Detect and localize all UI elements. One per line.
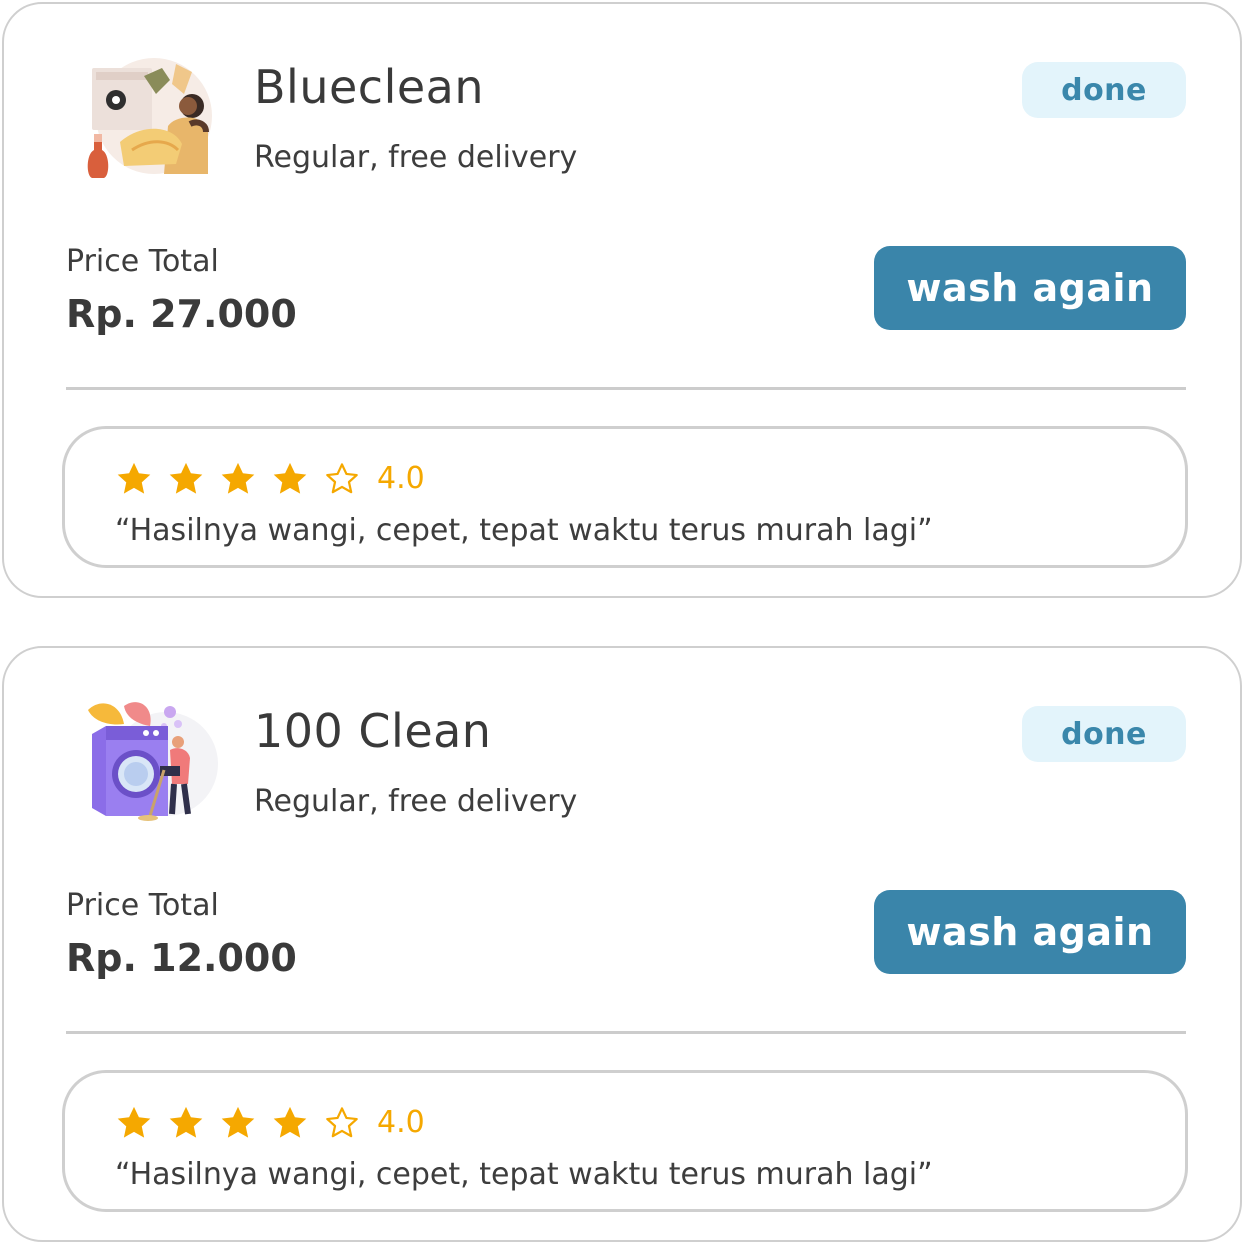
star-filled-icon [273,1106,307,1138]
order-card: Blueclean Regular, free delivery done Pr… [2,2,1242,598]
wash-again-button[interactable]: wash again [874,890,1186,974]
divider [66,1031,1186,1034]
star-filled-icon [117,1106,151,1138]
service-description: Regular, free delivery [254,140,578,175]
price-label: Price Total [66,888,219,923]
order-card: 100 Clean Regular, free delivery done Pr… [2,646,1242,1242]
price-value: Rp. 12.000 [66,936,297,980]
star-filled-icon [221,462,255,494]
rating-value: 4.0 [377,1105,425,1140]
service-description: Regular, free delivery [254,784,578,819]
status-badge: done [1022,62,1186,118]
star-filled-icon [117,462,151,494]
review-box: 4.0 “Hasilnya wangi, cepet, tepat waktu … [62,426,1188,568]
star-filled-icon [221,1106,255,1138]
star-rating: 4.0 [115,1103,425,1143]
star-filled-icon [169,462,203,494]
review-box: 4.0 “Hasilnya wangi, cepet, tepat waktu … [62,1070,1188,1212]
washing-machine-illustration [88,702,218,821]
person-folding-laundry-illustration [87,58,212,178]
status-badge: done [1022,706,1186,762]
star-rating: 4.0 [115,459,425,499]
star-filled-icon [169,1106,203,1138]
star-filled-icon [273,462,307,494]
rating-value: 4.0 [377,461,425,496]
price-label: Price Total [66,244,219,279]
star-outline-icon [326,463,358,494]
shop-name: 100 Clean [254,704,492,758]
laundry-shop-image [80,698,220,828]
shop-name: Blueclean [254,60,485,114]
wash-again-button[interactable]: wash again [874,246,1186,330]
price-value: Rp. 27.000 [66,292,297,336]
laundry-shop-image [80,54,220,184]
review-text: “Hasilnya wangi, cepet, tepat waktu teru… [115,1157,933,1192]
star-outline-icon [326,1107,358,1138]
review-text: “Hasilnya wangi, cepet, tepat waktu teru… [115,513,933,548]
divider [66,387,1186,390]
